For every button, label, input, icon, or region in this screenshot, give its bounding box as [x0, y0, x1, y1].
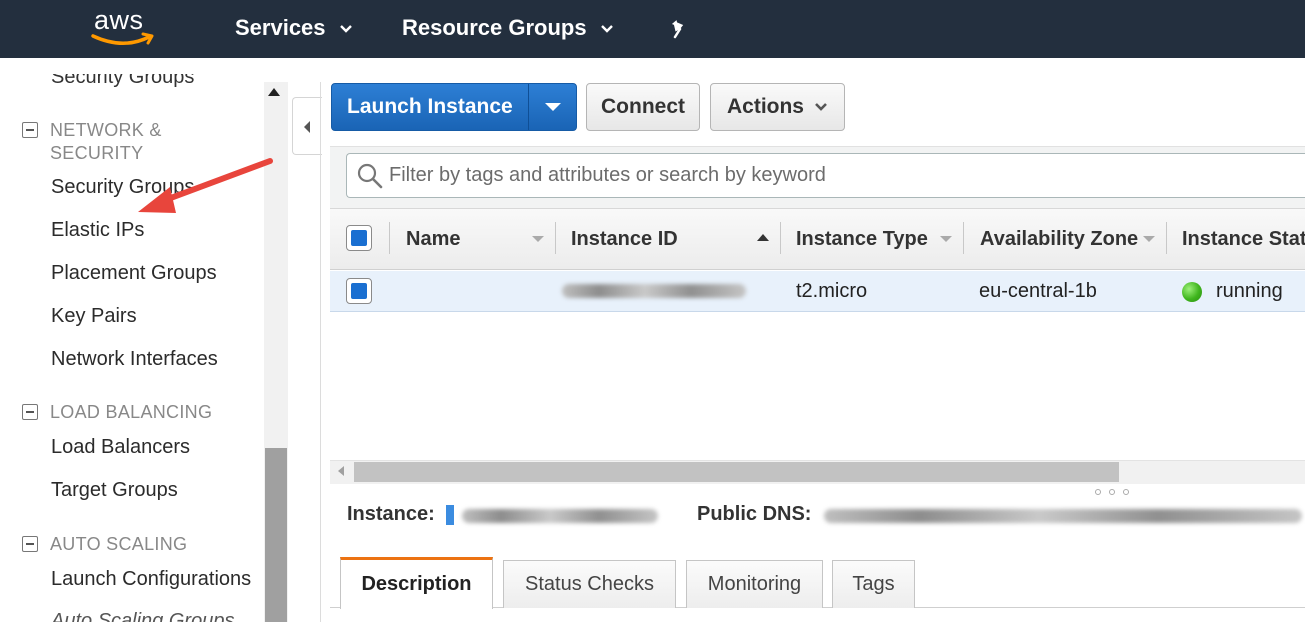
launch-dropdown-toggle[interactable]: [529, 84, 576, 130]
services-menu[interactable]: Services: [235, 15, 354, 41]
panel-divider: [320, 82, 321, 622]
collapse-minus-icon[interactable]: [22, 404, 38, 420]
row-checkbox[interactable]: [346, 278, 372, 304]
instance-label: Instance:: [347, 503, 435, 525]
launch-instance-label: Launch Instance: [347, 95, 513, 118]
actions-label: Actions: [726, 95, 804, 118]
collapse-minus-icon[interactable]: [22, 536, 38, 552]
redacted-public-dns-value: [824, 509, 1302, 523]
chevron-down-icon: [600, 25, 613, 33]
chevron-left-icon: [304, 121, 310, 133]
table-scrollbar-thumb[interactable]: [354, 462, 1119, 482]
sidebar-item-target-groups[interactable]: Target Groups: [51, 479, 178, 502]
column-header-instance-type[interactable]: Instance Type: [796, 218, 928, 260]
redacted-instance-value: [462, 509, 658, 523]
section-title: AUTO SCALING: [50, 534, 188, 554]
section-auto-scaling[interactable]: AUTO SCALING: [22, 533, 250, 556]
select-all-checkbox[interactable]: [346, 225, 372, 251]
scroll-left-arrow-icon[interactable]: [338, 466, 344, 476]
tab-monitoring[interactable]: Monitoring: [686, 560, 823, 608]
column-separator: [555, 222, 556, 254]
sort-indicator-icon[interactable]: [1143, 236, 1155, 242]
aws-smile-icon: [91, 32, 154, 45]
collapse-sidebar-button[interactable]: [292, 97, 322, 155]
actions-button[interactable]: Actions: [710, 83, 845, 131]
resource-groups-menu[interactable]: Resource Groups: [402, 15, 615, 41]
section-title: NETWORK & SECURITY: [50, 120, 162, 163]
tab-tags[interactable]: Tags: [832, 560, 915, 608]
top-navigation-bar: aws Services Resource Groups: [0, 0, 1305, 58]
chevron-down-icon: [815, 103, 827, 111]
column-header-instance-state[interactable]: Instance State: [1182, 218, 1305, 260]
scroll-up-arrow-icon[interactable]: [268, 88, 280, 96]
caret-down-icon: [544, 103, 561, 111]
sidebar-item-network-interfaces[interactable]: Network Interfaces: [51, 348, 218, 371]
cell-instance-state: running: [1216, 280, 1283, 302]
column-header-name[interactable]: Name: [406, 218, 460, 260]
sidebar-item-elastic-ips[interactable]: Elastic IPs: [51, 219, 144, 242]
services-label: Services: [235, 15, 326, 40]
pin-icon[interactable]: [668, 17, 692, 41]
public-dns-label: Public DNS:: [697, 503, 812, 525]
sidebar-scrollbar-thumb[interactable]: [265, 448, 287, 622]
instance-color-marker: [446, 505, 454, 525]
redacted-instance-id: [562, 284, 746, 298]
section-network-security[interactable]: NETWORK & SECURITY: [22, 119, 200, 165]
column-header-availability-zone[interactable]: Availability Zone: [980, 218, 1138, 260]
cell-availability-zone: eu-central-1b: [979, 280, 1097, 302]
collapse-minus-icon[interactable]: [22, 122, 38, 138]
search-icon: [357, 163, 383, 189]
sidebar-item-key-pairs[interactable]: Key Pairs: [51, 305, 137, 328]
cell-instance-type: t2.micro: [796, 280, 868, 302]
sort-indicator-icon[interactable]: [940, 236, 952, 242]
column-header-instance-state-clip: Instance State: [1182, 218, 1305, 260]
resource-groups-label: Resource Groups: [402, 15, 587, 40]
section-load-balancing[interactable]: LOAD BALANCING: [22, 401, 250, 424]
tab-description[interactable]: Description: [340, 557, 493, 609]
status-running-icon: [1182, 282, 1202, 302]
sort-indicator-icon[interactable]: [532, 236, 544, 242]
connect-button[interactable]: Connect: [586, 83, 700, 131]
sidebar-navigation: Security Groups NETWORK & SECURITY Secur…: [0, 60, 264, 622]
column-header-instance-id[interactable]: Instance ID: [571, 218, 678, 260]
section-title: LOAD BALANCING: [50, 402, 213, 422]
sidebar-item-load-balancers[interactable]: Load Balancers: [51, 436, 190, 459]
sidebar-item-security-groups-partial[interactable]: Security Groups: [51, 74, 194, 89]
connect-label: Connect: [601, 95, 685, 118]
chevron-down-icon: [339, 25, 352, 33]
column-separator: [963, 222, 964, 254]
launch-instance-button[interactable]: Launch Instance: [331, 83, 577, 131]
column-separator: [389, 222, 390, 254]
sidebar-item-auto-scaling-groups[interactable]: Auto Scaling Groups: [51, 610, 234, 622]
sidebar-item-launch-configurations[interactable]: Launch Configurations: [51, 568, 251, 591]
search-input[interactable]: [389, 160, 1289, 190]
tab-status-checks[interactable]: Status Checks: [503, 560, 676, 608]
sidebar-item-placement-groups[interactable]: Placement Groups: [51, 262, 217, 285]
resize-grip-icon[interactable]: [1092, 488, 1132, 496]
sort-ascending-icon[interactable]: [757, 234, 769, 241]
column-separator: [1166, 222, 1167, 254]
column-separator: [780, 222, 781, 254]
aws-logo[interactable]: aws: [91, 5, 159, 50]
sidebar-item-security-groups[interactable]: Security Groups: [51, 176, 194, 199]
